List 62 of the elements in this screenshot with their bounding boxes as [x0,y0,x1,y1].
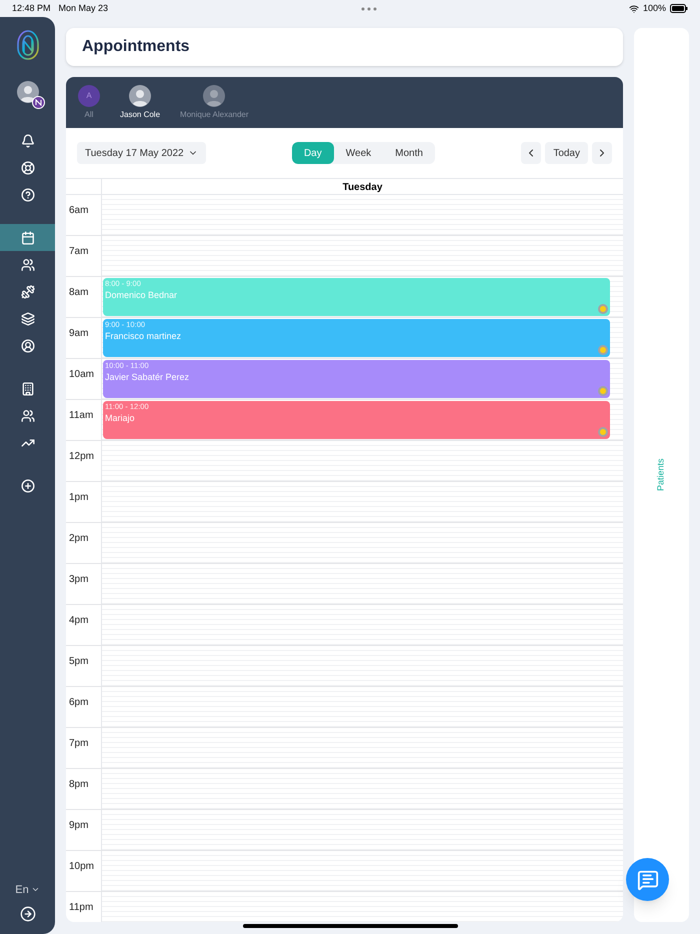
hour-label: 10am [69,369,94,380]
status-time: 12:48 PM [12,2,51,15]
staff-avatar [203,85,226,107]
staff-tab[interactable]: A All [78,85,100,121]
wifi-icon [628,4,639,14]
appointment-name: Domenico Bednar [105,289,178,301]
badge-icon [32,96,44,109]
hour-label: 6pm [69,697,88,708]
calendar-icon [20,230,34,244]
hour-label: 11pm [69,902,94,913]
view-tab[interactable]: Week [334,142,384,164]
view-tab[interactable]: Month [383,142,435,164]
status-date: Mon May 23 [58,2,108,15]
staff-tab[interactable]: Monique Alexander [180,85,249,121]
profile-avatar [16,81,38,103]
patients-tab[interactable]: Patients [654,458,668,492]
hour-label: 8pm [69,779,88,790]
language-selector[interactable]: En [15,882,40,898]
bell-icon [20,134,34,148]
hour-label: 8am [69,287,88,298]
hour-label: 9am [69,328,88,339]
battery-level: 100% [642,2,666,15]
hour-label: 2pm [69,533,88,544]
staff-tab[interactable]: Jason Cole [120,85,160,121]
next-button[interactable] [592,142,612,164]
chat-icon [636,868,658,890]
view-tab[interactable]: Day [292,142,334,164]
lifebuoy-icon [20,160,34,174]
appointment-name: Francisco martinez [105,330,182,342]
users-icon [20,258,34,272]
appointment-name: Javier Sabatér Perez [105,371,190,383]
hour-label: 1pm [69,492,88,503]
add-icon [20,478,34,492]
hour-label: 3pm [69,574,88,585]
logout-icon[interactable] [20,906,36,922]
help-icon [20,188,34,202]
hour-label: 4pm [69,615,88,626]
hour-label: 11am [69,410,94,421]
hour-label: 12pm [69,451,94,462]
day-header: Tuesday [342,181,384,194]
logo-icon [16,29,40,61]
all-avatar: A [78,85,100,107]
group-icon [20,408,34,422]
hour-label: 5pm [69,656,88,667]
hour-label: 7am [69,246,88,257]
staff-avatar [129,85,152,107]
today-button[interactable]: Today [545,142,588,164]
hour-label: 6am [69,205,88,216]
appointment-name: Mariajo [105,412,136,424]
previous-button[interactable] [521,142,542,164]
hour-label: 10pm [69,861,94,872]
hour-label: 7pm [69,738,88,749]
more-icon [360,6,377,10]
dumbbell-icon [20,284,34,298]
hour-label: 9pm [69,820,88,831]
user-icon [20,338,34,352]
sidebar-item[interactable] [0,224,55,251]
page-title: Appointments [82,37,190,57]
layers-icon [20,312,34,326]
date-picker[interactable]: Tuesday 17 May 2022 [77,142,206,164]
building-icon [20,382,34,396]
battery-icon [670,4,688,13]
